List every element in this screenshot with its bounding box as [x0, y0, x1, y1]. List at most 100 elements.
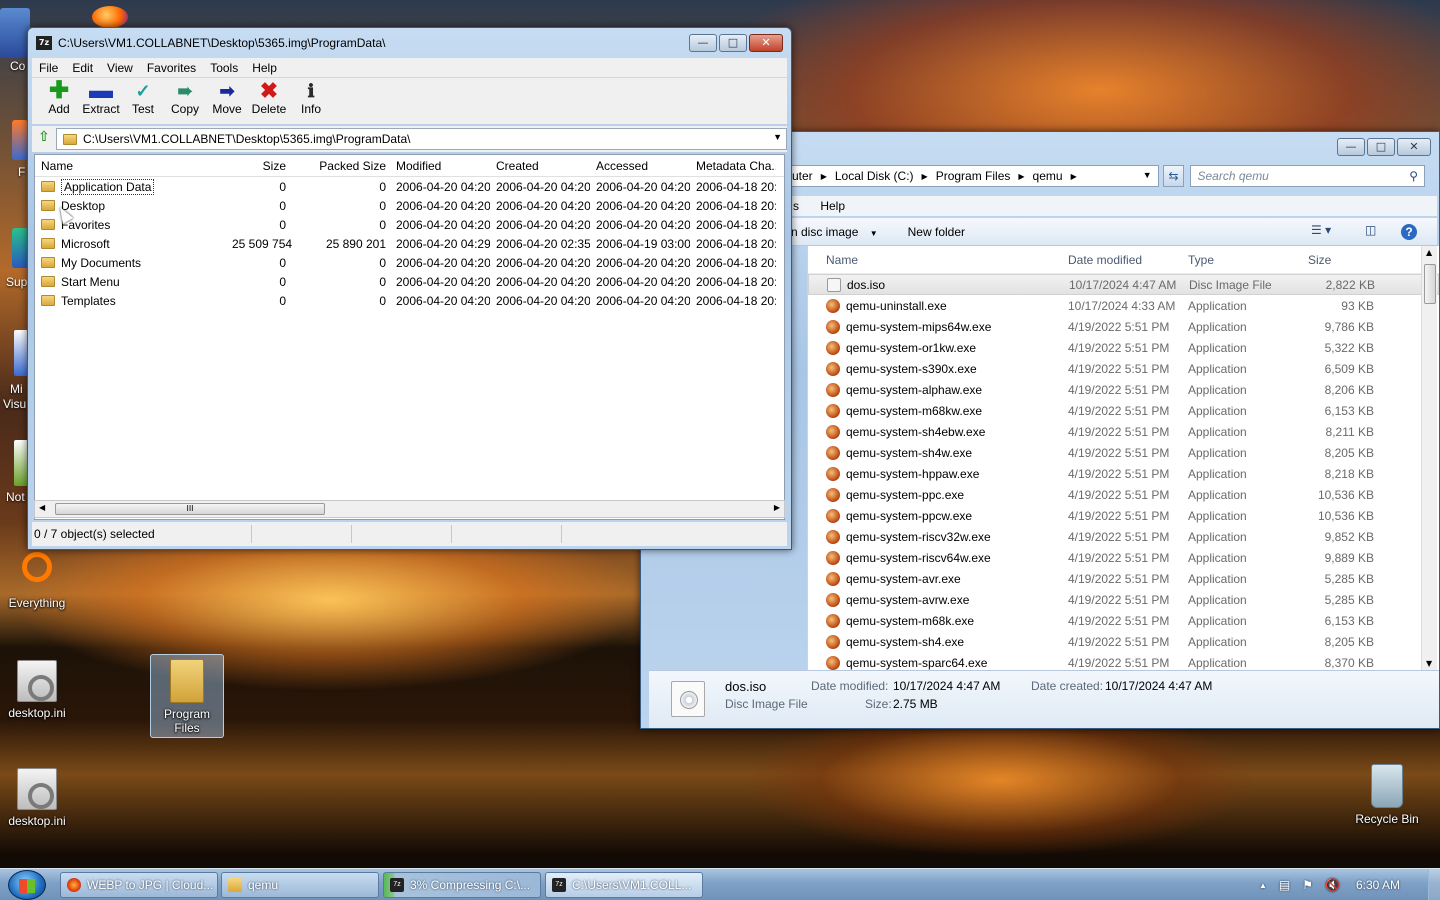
list-item[interactable]: qemu-system-avr.exe 4/19/2022 5:51 PM Appl…	[808, 568, 1439, 589]
chevron-down-icon[interactable]: ▼	[773, 132, 782, 142]
scroll-down-icon[interactable]: ▼	[1426, 659, 1432, 668]
vertical-scrollbar[interactable]: ▲ ▼	[1421, 246, 1437, 670]
menu-item-edit[interactable]: Edit	[65, 61, 100, 75]
maximize-button[interactable]: □	[719, 34, 747, 52]
desktop-partial-icon-3[interactable]	[12, 228, 28, 268]
list-item[interactable]: qemu-system-s390x.exe 4/19/2022 5:51 PM Ap…	[808, 358, 1439, 379]
list-item[interactable]: qemu-system-sh4ebw.exe 4/19/2022 5:51 PM A…	[808, 421, 1439, 442]
taskbar-button-compressing[interactable]: 7z 3% Compressing C:\...	[383, 872, 541, 898]
menu-item-file[interactable]: File	[32, 61, 65, 75]
horizontal-scrollbar[interactable]: ◀ III ▶	[34, 500, 785, 518]
start-button[interactable]	[8, 870, 46, 900]
desktop-partial-icon-4[interactable]	[14, 330, 28, 376]
list-item[interactable]: qemu-system-m68kw.exe 4/19/2022 5:51 PM Ap…	[808, 400, 1439, 421]
chevron-right-icon[interactable]: ▶	[1071, 172, 1077, 181]
menu-item-tools[interactable]: Tools	[203, 61, 245, 75]
table-row[interactable]: Microsoft 25 509 754 25 890 201 2006-04-20 …	[35, 234, 784, 253]
scroll-right-icon[interactable]: ▶	[774, 503, 780, 512]
7zip-window[interactable]: 7z C:\Users\VM1.COLLABNET\Desktop\5365.i…	[27, 27, 792, 550]
extract-button[interactable]: ▬ Extract	[80, 78, 122, 117]
close-button[interactable]: ✕	[749, 34, 783, 52]
up-folder-button[interactable]: ⇧	[32, 129, 56, 149]
column-header-modified[interactable]: Modified	[390, 159, 490, 173]
network-icon[interactable]: ▤	[1279, 878, 1290, 892]
chevron-down-icon[interactable]: ▼	[1143, 170, 1152, 180]
refresh-button[interactable]: ⇆	[1162, 165, 1185, 187]
search-input[interactable]: Search qemu ⚲	[1190, 165, 1425, 187]
list-item[interactable]: qemu-system-sparc64.exe 4/19/2022 5:51 PM…	[808, 652, 1439, 670]
menu-item-partial[interactable]: s	[791, 199, 799, 213]
menu-item-favorites[interactable]: Favorites	[140, 61, 203, 75]
table-row[interactable]: Templates 0 0 2006-04-20 04:20 2006-04-20 04…	[35, 291, 784, 310]
list-item[interactable]: dos.iso 10/17/2024 4:47 AM Disc Image File…	[808, 274, 1439, 295]
move-button[interactable]: ➡ Move	[206, 78, 248, 116]
column-header-accessed[interactable]: Accessed	[590, 159, 690, 173]
scroll-up-icon[interactable]: ▲	[1426, 248, 1432, 257]
breadcrumb-item-program-files[interactable]: Program Files	[936, 169, 1011, 183]
volume-muted-icon[interactable]: 🔇	[1325, 878, 1340, 892]
table-row[interactable]: My Documents 0 0 2006-04-20 04:20 2006-04-20…	[35, 253, 784, 272]
desktop-icon-recycle-bin[interactable]: Recycle Bin	[1352, 764, 1422, 826]
list-item[interactable]: qemu-system-or1kw.exe 4/19/2022 5:51 PM Ap…	[808, 337, 1439, 358]
list-item[interactable]: qemu-system-m68k.exe 4/19/2022 5:51 PM App…	[808, 610, 1439, 631]
search-icon[interactable]: ⚲	[1409, 166, 1418, 186]
view-options-icon[interactable]: ☰ ▾	[1311, 223, 1331, 237]
desktop-partial-icon-5[interactable]	[14, 440, 28, 486]
list-item[interactable]: qemu-uninstall.exe 10/17/2024 4:33 AM Appl…	[808, 295, 1439, 316]
delete-button[interactable]: ✖ Delete	[248, 78, 290, 117]
show-desktop-button[interactable]	[1428, 869, 1440, 900]
menu-item-view[interactable]: View	[100, 61, 140, 75]
desktop-icon-everything[interactable]: Everything	[2, 552, 72, 610]
chevron-right-icon[interactable]: ▶	[1018, 172, 1024, 181]
show-hidden-icons-icon[interactable]: ▲	[1259, 881, 1267, 890]
test-button[interactable]: ✓ Test	[122, 78, 164, 116]
menu-item-help[interactable]: Help	[245, 61, 284, 75]
list-item[interactable]: qemu-system-avrw.exe 4/19/2022 5:51 PM App…	[808, 589, 1439, 610]
chevron-right-icon[interactable]: ▶	[922, 172, 928, 181]
table-row[interactable]: Start Menu 0 0 2006-04-20 04:20 2006-04-20 0…	[35, 272, 784, 291]
burn-disc-image-button[interactable]: n disc image ▼	[791, 225, 878, 239]
column-header-date-modified[interactable]: Date modified	[1068, 253, 1188, 267]
clock[interactable]: 6:30 AM	[1356, 878, 1400, 892]
new-folder-button[interactable]: New folder	[908, 225, 965, 239]
column-header-size[interactable]: Size	[1298, 253, 1374, 267]
add-button[interactable]: ✚ Add	[38, 78, 80, 117]
desktop-partial-icon-2[interactable]	[12, 120, 28, 160]
scrollbar-thumb[interactable]	[1424, 264, 1436, 304]
menu-item-help[interactable]: Help	[820, 199, 845, 213]
close-button[interactable]: ✕	[1397, 138, 1431, 156]
desktop-icon-program-files[interactable]: Program Files	[150, 654, 224, 738]
chevron-right-icon[interactable]: ▶	[821, 172, 827, 181]
list-item[interactable]: qemu-system-ppcw.exe 4/19/2022 5:51 PM App…	[808, 505, 1439, 526]
scroll-left-icon[interactable]: ◀	[39, 503, 45, 512]
help-icon[interactable]: ?	[1401, 224, 1417, 240]
list-item[interactable]: qemu-system-mips64w.exe 4/19/2022 5:51 PM…	[808, 316, 1439, 337]
list-item[interactable]: qemu-system-sh4.exe 4/19/2022 5:51 PM Appl…	[808, 631, 1439, 652]
column-header-type[interactable]: Type	[1188, 253, 1298, 267]
breadcrumb[interactable]: uter ▶ Local Disk (C:) ▶ Program Files ▶…	[791, 165, 1159, 187]
table-row[interactable]: Desktop 0 0 2006-04-20 04:20 2006-04-20 04:2…	[35, 196, 784, 215]
column-header-name[interactable]: Name	[35, 159, 232, 173]
taskbar-button-qemu-folder[interactable]: qemu	[221, 872, 379, 898]
info-button[interactable]: ℹ Info	[290, 78, 332, 116]
taskbar-button-browser[interactable]: WEBP to JPG | Cloud...	[60, 872, 218, 898]
desktop-partial-icon-1[interactable]	[0, 8, 30, 58]
copy-button[interactable]: ➠ Copy	[164, 78, 206, 116]
column-header-packed-size[interactable]: Packed Size	[290, 159, 390, 173]
address-input[interactable]: C:\Users\VM1.COLLABNET\Desktop\5365.img\…	[56, 128, 787, 150]
breadcrumb-item-qemu[interactable]: qemu	[1033, 169, 1063, 183]
desktop-icon-desktop-ini-2[interactable]: desktop.ini	[2, 768, 72, 828]
minimize-button[interactable]: —	[1337, 138, 1365, 156]
list-item[interactable]: qemu-system-riscv32w.exe 4/19/2022 5:51 P…	[808, 526, 1439, 547]
column-header-size[interactable]: Size	[232, 159, 290, 173]
breadcrumb-item-local-disk[interactable]: Local Disk (C:)	[835, 169, 914, 183]
column-header-metadata-changed[interactable]: Metadata Cha...	[690, 159, 776, 173]
minimize-button[interactable]: —	[689, 34, 717, 52]
column-header-created[interactable]: Created	[490, 159, 590, 173]
taskbar-button-7zip[interactable]: 7z C:\Users\VM1.COLL...	[545, 872, 703, 898]
table-row[interactable]: Application Data 0 0 2006-04-20 04:20 2006-0…	[35, 177, 784, 196]
scrollbar-thumb[interactable]: III	[55, 503, 325, 515]
list-item[interactable]: qemu-system-riscv64w.exe 4/19/2022 5:51 P…	[808, 547, 1439, 568]
list-item[interactable]: qemu-system-ppc.exe 4/19/2022 5:51 PM Appl…	[808, 484, 1439, 505]
list-item[interactable]: qemu-system-alphaw.exe 4/19/2022 5:51 PM A…	[808, 379, 1439, 400]
